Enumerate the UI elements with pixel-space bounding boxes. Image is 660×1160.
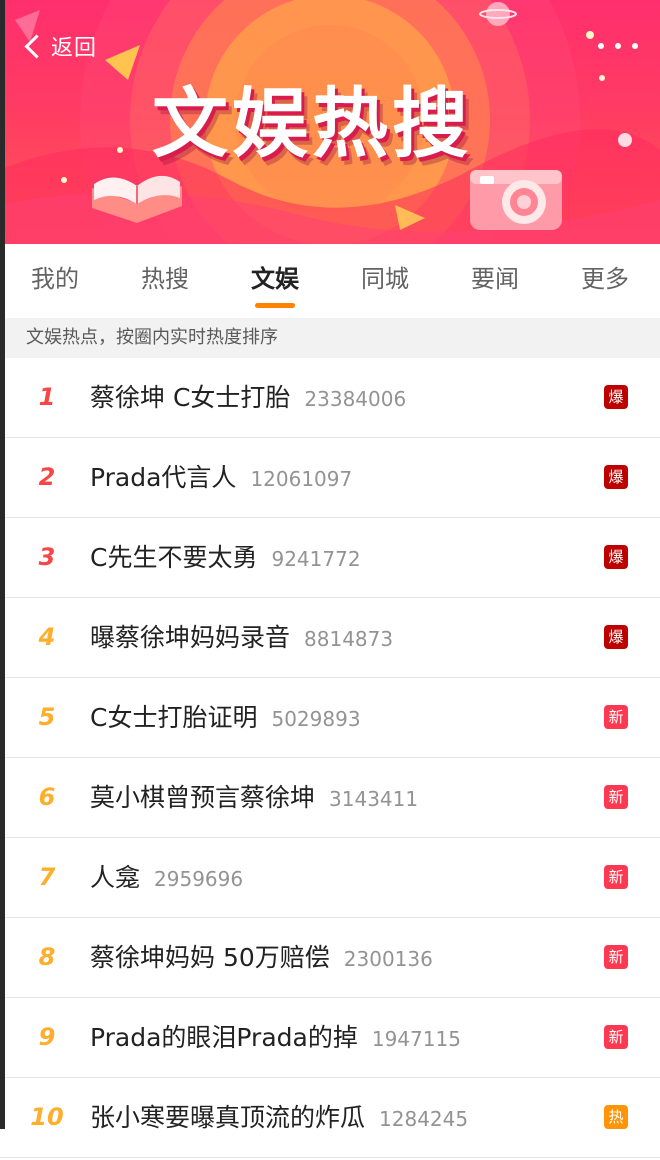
rank-number: 7 <box>38 863 56 891</box>
status-badge: 爆 <box>604 465 628 489</box>
status-badge: 爆 <box>604 625 628 649</box>
rank-number: 9 <box>38 1023 56 1051</box>
list-item[interactable]: 6 莫小棋曾预言蔡徐坤 3143411 新 <box>0 758 660 838</box>
back-button[interactable]: 返回 <box>22 28 97 64</box>
topic-title: 张小寒要曝真顶流的炸瓜 <box>90 1103 366 1132</box>
tab-entertainment[interactable]: 文娱 <box>220 244 330 314</box>
rank-number: 1 <box>38 383 56 411</box>
status-badge: 爆 <box>604 545 628 569</box>
status-badge: 新 <box>604 865 628 889</box>
rank-number: 4 <box>38 623 56 651</box>
more-dots-icon <box>598 43 604 49</box>
tab-more[interactable]: 更多 <box>550 244 660 314</box>
rank-number: 2 <box>38 463 56 491</box>
list-item[interactable]: 4 曝蔡徐坤妈妈录音 8814873 爆 <box>0 598 660 678</box>
tab-hot-search[interactable]: 热搜 <box>110 244 220 314</box>
list-item[interactable]: 8 蔡徐坤妈妈 50万赔偿 2300136 新 <box>0 918 660 998</box>
heat-count: 2959696 <box>154 867 244 891</box>
heat-count: 1947115 <box>371 1027 461 1051</box>
topic-title: Prada代言人 <box>90 463 237 492</box>
heat-count: 5029893 <box>271 707 361 731</box>
tab-news[interactable]: 要闻 <box>440 244 550 314</box>
status-badge: 新 <box>604 705 628 729</box>
list-item[interactable]: 1 蔡徐坤 C女士打胎 23384006 爆 <box>0 358 660 438</box>
status-badge: 爆 <box>604 385 628 409</box>
chevron-left-icon <box>24 33 49 59</box>
topic-title: C先生不要太勇 <box>90 543 258 572</box>
topic-title: 莫小棋曾预言蔡徐坤 <box>90 783 316 812</box>
section-description: 文娱热点，按圈内实时热度排序 <box>0 318 660 358</box>
list-item[interactable]: 5 C女士打胎证明 5029893 新 <box>0 678 660 758</box>
heat-count: 12061097 <box>250 467 353 491</box>
more-button[interactable] <box>598 36 638 56</box>
list-item[interactable]: 2 Prada代言人 12061097 爆 <box>0 438 660 518</box>
heat-count: 8814873 <box>304 627 394 651</box>
status-badge: 热 <box>604 1105 628 1129</box>
rank-number: 8 <box>38 943 56 971</box>
hot-search-list: 1 蔡徐坤 C女士打胎 23384006 爆 2 Prada代言人 12061097… <box>0 358 660 1158</box>
heat-count: 2300136 <box>343 947 433 971</box>
list-item[interactable]: 9 Prada的眼泪Prada的掉 1947115 新 <box>0 998 660 1078</box>
screen-edge <box>0 0 5 1129</box>
topic-title: C女士打胎证明 <box>90 703 258 732</box>
list-item[interactable]: 3 C先生不要太勇 9241772 爆 <box>0 518 660 598</box>
list-item[interactable]: 10 张小寒要曝真顶流的炸瓜 1284245 热 <box>0 1078 660 1158</box>
topic-title: 人龛 <box>90 863 141 892</box>
heat-count: 3143411 <box>329 787 419 811</box>
page-title: 文娱热搜 <box>152 79 472 168</box>
tab-local[interactable]: 同城 <box>330 244 440 314</box>
status-badge: 新 <box>604 945 628 969</box>
topic-title: Prada的眼泪Prada的掉 <box>90 1023 358 1052</box>
tab-mine[interactable]: 我的 <box>0 244 110 314</box>
channel-tabs: 我的 热搜 文娱 同城 要闻 更多 <box>0 244 660 314</box>
rank-number: 5 <box>38 703 56 731</box>
topic-title: 蔡徐坤 C女士打胎 <box>90 383 291 412</box>
status-badge: 新 <box>604 1025 628 1049</box>
heat-count: 1284245 <box>379 1107 469 1131</box>
topic-title: 蔡徐坤妈妈 50万赔偿 <box>90 943 330 972</box>
heat-count: 9241772 <box>271 547 361 571</box>
active-tab-indicator <box>255 303 295 308</box>
rank-number: 3 <box>38 543 56 571</box>
list-item[interactable]: 7 人龛 2959696 新 <box>0 838 660 918</box>
rank-number: 6 <box>38 783 56 811</box>
rank-number: 10 <box>30 1103 64 1131</box>
topic-title: 曝蔡徐坤妈妈录音 <box>90 623 291 652</box>
heat-count: 23384006 <box>304 387 407 411</box>
status-badge: 新 <box>604 785 628 809</box>
back-label: 返回 <box>51 36 98 61</box>
header-banner: 返回 文娱热搜 <box>0 0 660 244</box>
